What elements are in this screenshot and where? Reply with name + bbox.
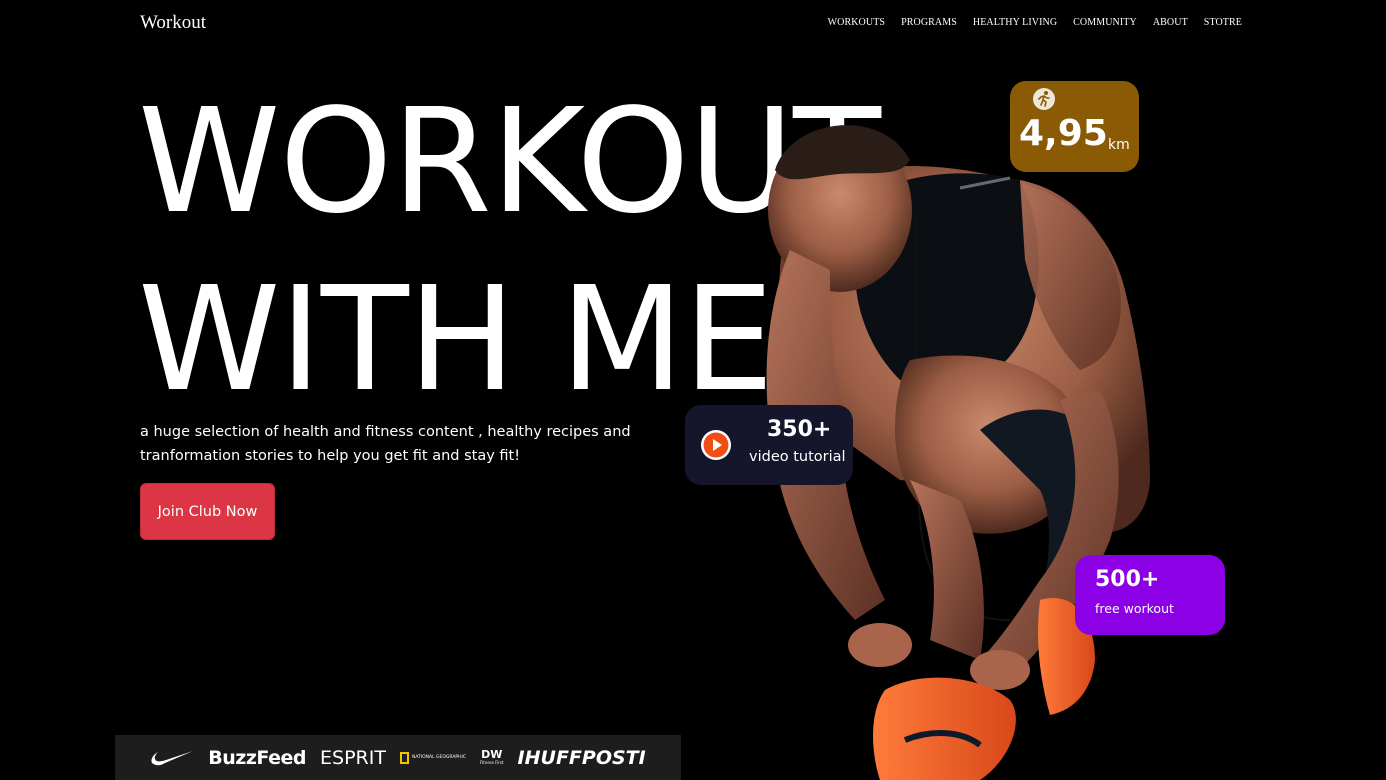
site-logo[interactable]: Workout — [140, 12, 206, 34]
natgeo-logo: NATIONAL GEOGRAPHIC — [399, 751, 466, 764]
join-club-button[interactable]: Join Club Now — [140, 483, 275, 540]
nav-programs[interactable]: PROGRAMS — [901, 17, 957, 28]
nav-community[interactable]: COMMUNITY — [1073, 17, 1137, 28]
video-label: video tutorial — [749, 449, 846, 465]
video-count: 350+ — [767, 417, 832, 442]
nav-workouts[interactable]: WORKOUTS — [828, 17, 885, 28]
buzzfeed-logo: BuzzFeed — [208, 746, 307, 769]
nike-logo-icon — [151, 750, 194, 765]
nav-about[interactable]: ABOUT — [1153, 17, 1188, 28]
play-icon[interactable] — [700, 429, 732, 461]
natgeo-text: NATIONAL GEOGRAPHIC — [411, 755, 466, 760]
free-workout-label: free workout — [1095, 601, 1174, 616]
nav-store[interactable]: STOTRE — [1204, 17, 1242, 28]
esprit-logo: ESPRIT — [320, 746, 386, 769]
distance-value: 4,95 — [1019, 113, 1108, 154]
main-nav: WORKOUTS PROGRAMS HEALTHY LIVING COMMUNI… — [828, 17, 1242, 28]
free-workout-count: 500+ — [1095, 567, 1160, 592]
nav-healthy-living[interactable]: HEALTHY LIVING — [973, 17, 1057, 28]
distance-unit: km — [1108, 137, 1130, 153]
video-tutorial-card[interactable]: 350+ video tutorial — [685, 405, 853, 485]
distance-card: 4,95 km — [1010, 81, 1139, 172]
free-workout-card: 500+ free workout — [1075, 555, 1225, 635]
running-icon — [1033, 88, 1055, 110]
natgeo-frame-icon — [399, 751, 409, 764]
brand-strip: BuzzFeed ESPRIT NATIONAL GEOGRAPHIC DW F… — [115, 735, 681, 780]
hero-description: a huge selection of health and fitness c… — [140, 424, 631, 464]
huffpost-logo: IHUFFPOSTI — [517, 746, 646, 769]
dw-logo: DW Fitness First — [480, 749, 504, 765]
dw-subtext: Fitness First — [480, 760, 504, 765]
